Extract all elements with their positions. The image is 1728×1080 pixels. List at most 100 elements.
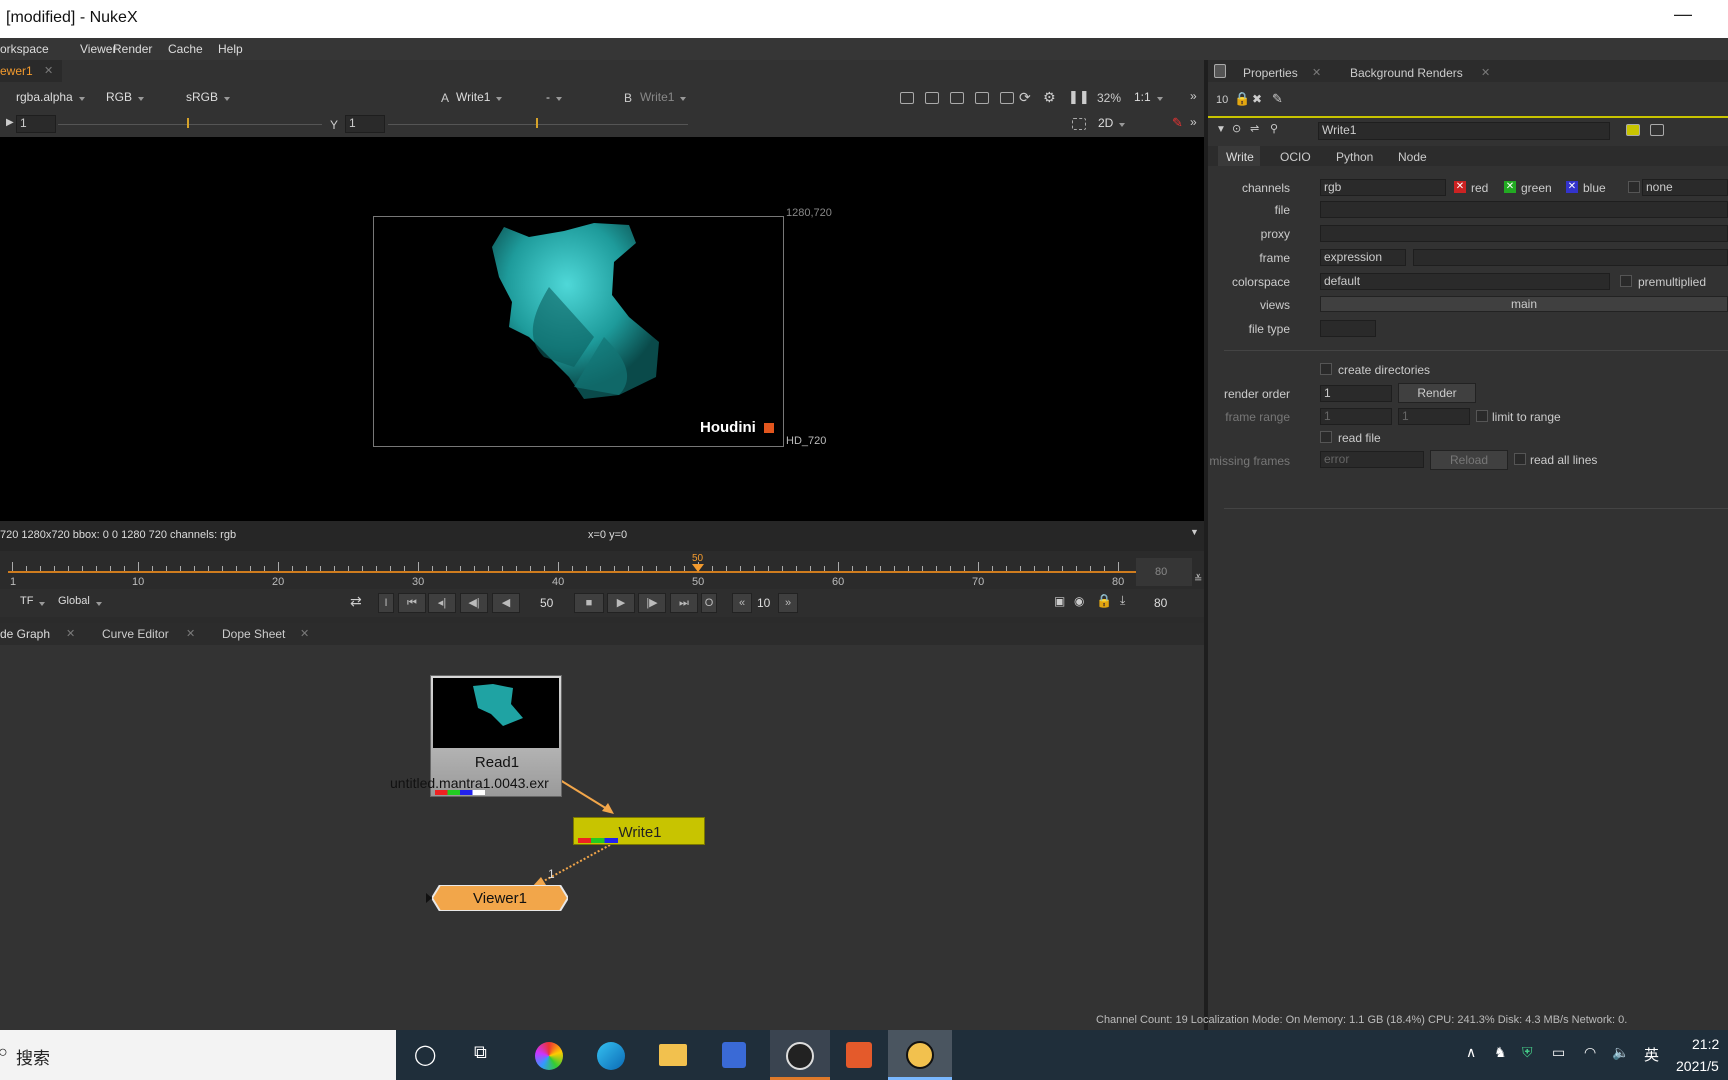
more-icon[interactable]: » [1190, 115, 1197, 129]
panel-menu-icon[interactable] [1214, 64, 1226, 78]
clear-panels-icon[interactable]: ✖ [1252, 92, 1262, 106]
gamma-slider[interactable] [388, 124, 688, 125]
node-name-field[interactable]: Write1 [1318, 122, 1610, 140]
region-icon[interactable] [1072, 118, 1086, 130]
menu-help[interactable]: Help [218, 42, 243, 56]
out-point-button[interactable]: O [701, 593, 717, 613]
close-icon[interactable]: ✕ [1312, 66, 1321, 79]
edge-icon[interactable] [597, 1042, 625, 1070]
powerpoint-icon[interactable] [846, 1042, 872, 1068]
store-icon[interactable] [722, 1042, 746, 1068]
tf-dropdown[interactable]: TF [20, 595, 47, 613]
cortana-icon[interactable]: ◯ [414, 1042, 436, 1067]
pause-icon[interactable]: ❚❚ [1068, 89, 1090, 105]
prev-frame-button[interactable]: ◀| [460, 593, 488, 613]
rgb-dropdown[interactable]: RGB [106, 90, 145, 108]
colorspace-dropdown[interactable]: default [1320, 273, 1610, 290]
render-order-field[interactable]: 1 [1320, 385, 1392, 402]
collapse-icon[interactable]: ▼ [1216, 124, 1226, 135]
play-icon[interactable]: ▶ [6, 117, 14, 128]
gain-field[interactable]: 1 [16, 115, 56, 133]
play-backward-button[interactable]: ◀ [492, 593, 520, 613]
view-mode-dropdown[interactable]: 2D [1098, 116, 1126, 134]
write1-node[interactable]: Write1 [573, 817, 705, 845]
menu-render[interactable]: Render [113, 42, 152, 56]
skip-back-button[interactable]: « [732, 593, 752, 613]
subtab-python[interactable]: Python [1336, 150, 1373, 164]
file-explorer-icon[interactable] [659, 1044, 687, 1066]
playhead[interactable] [692, 564, 704, 578]
houdini-app-icon[interactable] [786, 1042, 814, 1070]
gamma-slider-handle[interactable] [536, 118, 538, 128]
close-icon[interactable]: ✕ [1481, 66, 1490, 79]
tab-background-renders[interactable]: Background Renders [1350, 66, 1463, 80]
minimize-button[interactable]: — [1674, 4, 1692, 25]
read-file-checkbox[interactable] [1320, 431, 1332, 443]
taskbar-search-box[interactable]: ○ 搜索 [0, 1030, 396, 1080]
input-a-dropdown[interactable]: Write1 [456, 90, 504, 108]
menu-cache[interactable]: Cache [168, 42, 203, 56]
max-panels-field[interactable]: 10 [1216, 94, 1228, 106]
close-icon[interactable]: ✕ [44, 64, 53, 77]
gear-icon[interactable]: ⚙ [1043, 89, 1056, 106]
subtab-ocio[interactable]: OCIO [1280, 150, 1311, 164]
alpha-checkbox[interactable] [1628, 181, 1640, 193]
blue-checkbox[interactable]: ✕ [1566, 181, 1578, 193]
create-directories-checkbox[interactable] [1320, 363, 1332, 375]
flipbook-icon[interactable]: ▣ [1054, 594, 1065, 608]
app-icon-photos[interactable] [535, 1042, 563, 1070]
expand-icon[interactable]: ≚ [1194, 574, 1202, 585]
tab-viewer1[interactable]: ewer1 [0, 64, 33, 78]
close-icon[interactable]: ✕ [186, 627, 195, 640]
clock-date[interactable]: 2021/5 [1676, 1058, 1719, 1074]
download-icon[interactable]: ⤓ [1120, 593, 1125, 608]
tab-properties[interactable]: Properties [1243, 66, 1298, 80]
input-b-dropdown[interactable]: Write1 [640, 90, 688, 108]
font-color-icon[interactable] [1650, 124, 1664, 136]
viewer1-node[interactable]: Viewer1 [430, 884, 570, 912]
volume-icon[interactable]: 🔈 [1612, 1044, 1629, 1061]
more-icon[interactable]: » [1190, 89, 1197, 103]
close-icon[interactable]: ✕ [300, 627, 309, 640]
global-dropdown[interactable]: Global [58, 595, 102, 613]
proxy-icon[interactable] [925, 92, 939, 104]
wifi-icon[interactable]: ◠ [1584, 1044, 1596, 1061]
green-checkbox[interactable]: ✕ [1504, 181, 1516, 193]
alpha-channel-dropdown[interactable]: none [1642, 179, 1728, 196]
node-color-icon[interactable] [1626, 124, 1640, 136]
channels-dropdown[interactable]: rgb [1320, 179, 1446, 196]
menu-viewer[interactable]: Viewer [80, 42, 116, 56]
proxy-field[interactable] [1320, 225, 1728, 242]
frame-range-end[interactable]: 1 [1398, 408, 1470, 425]
ime-indicator[interactable]: 英 [1644, 1044, 1659, 1065]
loop-icon[interactable]: ⇄ [350, 593, 362, 610]
play-forward-button[interactable]: ▶ [607, 593, 635, 613]
step-field[interactable]: 10 [757, 596, 770, 610]
task-view-icon[interactable]: ⧉ [474, 1042, 487, 1063]
first-frame-button[interactable]: ⏮ [398, 593, 426, 613]
menu-workspace[interactable]: orkspace [0, 42, 49, 56]
out-field[interactable]: 80 [1154, 596, 1167, 610]
frame-dropdown[interactable]: expression [1320, 249, 1406, 266]
clock-time[interactable]: 21:2 [1692, 1036, 1719, 1052]
pencil-icon[interactable]: ✎ [1172, 115, 1183, 131]
in-point-button[interactable]: I [378, 593, 394, 613]
last-frame-button[interactable]: ⏭ [670, 593, 698, 613]
qq-icon[interactable]: ♞ [1494, 1044, 1507, 1061]
center-icon[interactable]: ⊙ [1232, 122, 1241, 135]
read-all-lines-checkbox[interactable] [1514, 453, 1526, 465]
gain-slider[interactable] [58, 124, 322, 125]
input-icon[interactable]: ⇌ [1250, 122, 1259, 135]
subtab-write[interactable]: Write [1226, 150, 1254, 164]
nuke-app-icon[interactable] [906, 1041, 934, 1069]
views-button[interactable]: main [1320, 296, 1728, 312]
close-icon[interactable]: ✕ [66, 627, 75, 640]
channels-dropdown[interactable]: rgba.alpha [16, 90, 85, 108]
tool-icon[interactable]: ⚲ [1270, 122, 1278, 135]
premultiplied-checkbox[interactable] [1620, 275, 1632, 287]
red-checkbox[interactable]: ✕ [1454, 181, 1466, 193]
refresh-icon[interactable]: ⟳ [1019, 89, 1031, 106]
tab-node-graph[interactable]: de Graph [0, 627, 50, 641]
wipe-dropdown[interactable]: - [546, 90, 562, 108]
gain-slider-handle[interactable] [187, 118, 189, 128]
